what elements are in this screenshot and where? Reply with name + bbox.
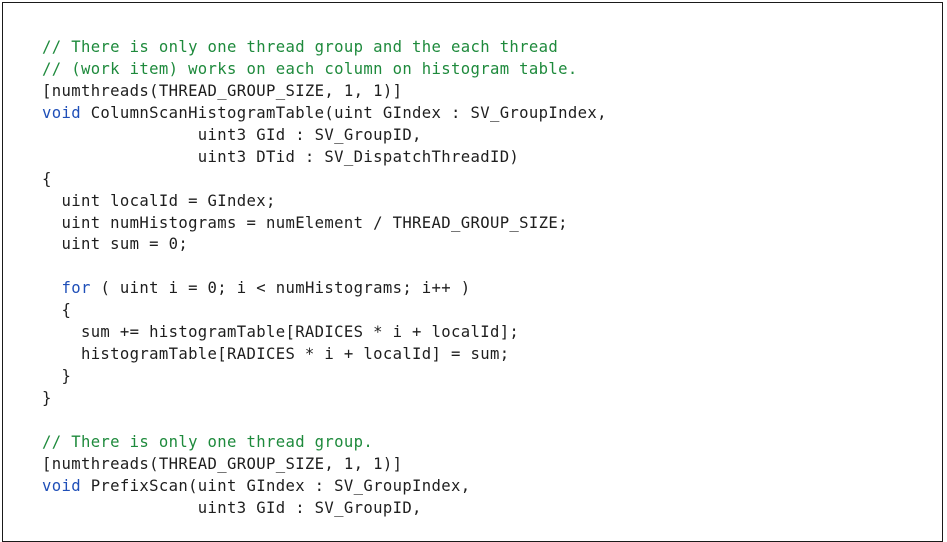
code-line: uint localId = GIndex;	[42, 191, 607, 213]
code-text: sum += histogramTable[RADICES * i + loca…	[42, 323, 520, 342]
code-line: {	[42, 300, 607, 322]
code-keyword: void	[42, 476, 81, 495]
code-text: PrefixScan(uint GIndex : SV_GroupIndex,	[80, 476, 471, 495]
code-keyword: void	[42, 103, 81, 122]
code-line: // There is only one thread group and th…	[42, 37, 607, 59]
code-text: }	[42, 389, 52, 407]
code-listing-frame: // There is only one thread group and th…	[2, 2, 943, 542]
code-text: uint numHistograms = numElement / THREAD…	[42, 213, 568, 232]
code-text: uint localId = GIndex;	[42, 191, 276, 210]
code-text: {	[42, 301, 72, 320]
code-comment: // There is only one thread group.	[42, 432, 374, 451]
code-line: uint3 DTid : SV_DispatchThreadID)	[42, 147, 607, 169]
code-text: uint3 GId : SV_GroupID,	[42, 498, 422, 517]
code-line: uint3 GId : SV_GroupID,	[42, 498, 607, 520]
code-line: void ColumnScanHistogramTable(uint GInde…	[42, 103, 607, 125]
code-line: uint3 GId : SV_GroupID,	[42, 125, 607, 147]
code-text: }	[42, 367, 72, 386]
code-line: // There is only one thread group.	[42, 432, 607, 454]
code-text: [numthreads(THREAD_GROUP_SIZE, 1, 1)]	[42, 454, 403, 473]
code-text: uint3 DTid : SV_DispatchThreadID)	[42, 147, 520, 166]
code-text: histogramTable[RADICES * i + localId] = …	[42, 345, 510, 364]
code-comment: // (work item) works on each column on h…	[42, 59, 578, 78]
code-line: sum += histogramTable[RADICES * i + loca…	[42, 322, 607, 344]
code-line: [numthreads(THREAD_GROUP_SIZE, 1, 1)]	[42, 81, 607, 103]
code-line: for ( uint i = 0; i < numHistograms; i++…	[42, 278, 607, 300]
code-comment: // There is only one thread group and th…	[42, 38, 559, 56]
code-text: uint sum = 0;	[42, 235, 189, 254]
code-block: // There is only one thread group and th…	[42, 37, 607, 520]
code-line: void PrefixScan(uint GIndex : SV_GroupIn…	[42, 476, 607, 498]
code-line: [numthreads(THREAD_GROUP_SIZE, 1, 1)]	[42, 454, 607, 476]
code-text: {	[42, 169, 52, 188]
code-line: uint sum = 0;	[42, 234, 607, 256]
code-keyword: for	[61, 279, 91, 298]
code-text: ( uint i = 0; i < numHistograms; i++ )	[90, 279, 471, 298]
code-line: histogramTable[RADICES * i + localId] = …	[42, 344, 607, 366]
code-line: {	[42, 169, 607, 191]
code-line: uint numHistograms = numElement / THREAD…	[42, 213, 607, 235]
code-text: [numthreads(THREAD_GROUP_SIZE, 1, 1)]	[42, 81, 403, 100]
code-line: }	[42, 366, 607, 388]
code-text: ColumnScanHistogramTable(uint GIndex : S…	[80, 103, 607, 122]
code-line: // (work item) works on each column on h…	[42, 59, 607, 81]
code-text: uint3 GId : SV_GroupID,	[42, 125, 422, 144]
code-line: }	[42, 388, 607, 410]
